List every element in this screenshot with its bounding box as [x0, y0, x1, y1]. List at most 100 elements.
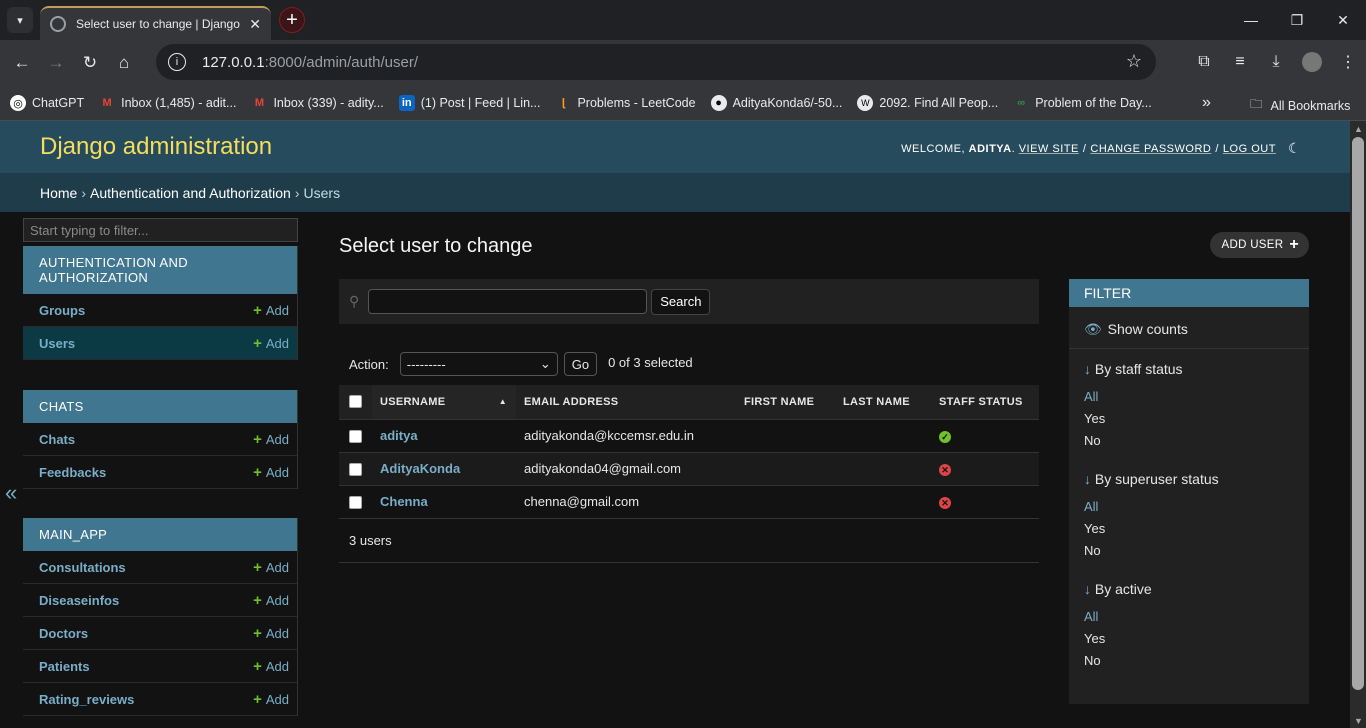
- add-link[interactable]: + Add: [253, 658, 289, 675]
- scroll-up-icon[interactable]: ▲: [1354, 124, 1363, 134]
- media-icon[interactable]: ≡: [1222, 44, 1258, 80]
- filter-title[interactable]: ↓ By staff status: [1084, 361, 1294, 377]
- add-link[interactable]: + Add: [253, 335, 289, 352]
- breadcrumb: Home › Authentication and Authorization › …: [0, 173, 1350, 212]
- download-icon[interactable]: ⤓: [1258, 44, 1294, 80]
- add-link[interactable]: + Add: [253, 431, 289, 448]
- reload-icon[interactable]: ↻: [73, 46, 107, 80]
- filter-option[interactable]: All: [1084, 609, 1294, 631]
- profile-avatar[interactable]: [1302, 52, 1322, 72]
- all-bookmarks[interactable]: 🗀 All Bookmarks: [1250, 95, 1350, 116]
- username-link[interactable]: AdityaKonda: [380, 461, 460, 476]
- restore-icon[interactable]: ❐: [1274, 0, 1320, 40]
- filter-option[interactable]: No: [1084, 433, 1294, 455]
- search-input[interactable]: [368, 289, 648, 314]
- minimize-icon[interactable]: —: [1228, 0, 1274, 40]
- sidebar-item-feedbacks: Feedbacks + Add: [23, 456, 297, 489]
- module-auth: AUTHENTICATION AND AUTHORIZATION Groups +…: [23, 246, 298, 360]
- add-link[interactable]: + Add: [253, 559, 289, 576]
- row-checkbox[interactable]: [349, 430, 362, 444]
- add-user-button[interactable]: ADD USER +: [1209, 232, 1309, 258]
- tab-search-button[interactable]: ▾: [7, 7, 33, 33]
- module-caption[interactable]: AUTHENTICATION AND AUTHORIZATION: [23, 246, 297, 294]
- scrollbar-thumb[interactable]: [1352, 137, 1364, 690]
- change-password-link[interactable]: CHANGE PASSWORD: [1090, 143, 1211, 155]
- user-tools: WELCOME, ADITYA. VIEW SITE / CHANGE PASSW…: [901, 140, 1301, 157]
- folder-icon: 🗀: [1250, 97, 1263, 111]
- column-email[interactable]: EMAIL ADDRESS: [516, 385, 736, 420]
- row-checkbox[interactable]: [349, 463, 362, 477]
- gmail-icon: M: [254, 97, 265, 109]
- home-icon[interactable]: ⌂: [107, 46, 141, 80]
- module-caption[interactable]: CHATS: [23, 390, 297, 423]
- search-icon: ⚲: [349, 293, 360, 309]
- view-site-link[interactable]: VIEW SITE: [1019, 143, 1079, 155]
- bookmark-item[interactable]: ∞ Problem of the Day...: [1013, 95, 1151, 111]
- select-all-checkbox[interactable]: [349, 395, 362, 409]
- window-close-icon[interactable]: ✕: [1320, 0, 1366, 40]
- browser-tab-active[interactable]: Select user to change | Django ✕: [40, 6, 271, 40]
- column-username[interactable]: USERNAME ▲: [372, 385, 516, 420]
- bookmark-star-icon[interactable]: ☆: [1126, 51, 1142, 72]
- filter-title[interactable]: ↓ By active: [1084, 581, 1294, 597]
- filter-option[interactable]: All: [1084, 499, 1294, 521]
- filter-title[interactable]: ↓ By superuser status: [1084, 471, 1294, 487]
- scroll-down-icon[interactable]: ▼: [1354, 716, 1363, 726]
- bookmark-item[interactable]: M Inbox (1,485) - adit...: [99, 95, 237, 111]
- breadcrumb-home[interactable]: Home: [40, 185, 77, 201]
- search-button[interactable]: Search: [651, 288, 711, 315]
- filter-option[interactable]: No: [1084, 653, 1294, 675]
- more-bookmarks-icon[interactable]: »: [1202, 94, 1211, 112]
- add-link[interactable]: + Add: [253, 592, 289, 609]
- back-icon[interactable]: ←: [5, 46, 39, 80]
- row-checkbox[interactable]: [349, 496, 362, 510]
- nav-filter-input[interactable]: Start typing to filter...: [23, 218, 298, 242]
- bookmark-item[interactable]: ɭ Problems - LeetCode: [555, 95, 696, 111]
- page-scrollbar[interactable]: ▲ ▼: [1350, 121, 1366, 728]
- add-link[interactable]: + Add: [253, 302, 289, 319]
- theme-toggle-icon[interactable]: ☾: [1288, 140, 1301, 157]
- address-bar[interactable]: i 127.0.0.1:8000/admin/auth/user/ ☆: [156, 44, 1156, 80]
- column-last-name[interactable]: LAST NAME: [835, 385, 931, 420]
- filter-option[interactable]: All: [1084, 389, 1294, 411]
- add-link[interactable]: + Add: [253, 691, 289, 708]
- table-row: aditya adityakonda@kccemsr.edu.in ✓: [339, 419, 1039, 453]
- site-info-icon[interactable]: i: [168, 53, 186, 71]
- site-icon: W: [857, 95, 874, 111]
- add-link[interactable]: + Add: [253, 625, 289, 642]
- bookmark-item[interactable]: ● AdityaKonda6/-50...: [710, 95, 842, 111]
- filter-option[interactable]: Yes: [1084, 411, 1294, 433]
- arrow-down-icon: ↓: [1084, 471, 1091, 487]
- last-name-cell: [835, 419, 931, 453]
- go-button[interactable]: Go: [563, 352, 598, 376]
- bookmark-item[interactable]: in (1) Post | Feed | Lin...: [398, 95, 540, 111]
- extensions-icon[interactable]: ⧉: [1186, 44, 1222, 80]
- breadcrumb-app[interactable]: Authentication and Authorization: [90, 185, 291, 201]
- module-caption[interactable]: MAIN_APP: [23, 518, 297, 551]
- bookmark-item[interactable]: ◎ ChatGPT: [10, 95, 84, 111]
- last-name-cell: [835, 485, 931, 519]
- username-link[interactable]: Chenna: [380, 494, 428, 509]
- close-icon[interactable]: ✕: [249, 16, 261, 33]
- gmail-icon: M: [102, 97, 112, 109]
- filter-option[interactable]: Yes: [1084, 631, 1294, 653]
- column-staff-status[interactable]: STAFF STATUS: [931, 385, 1039, 420]
- username-link[interactable]: aditya: [380, 428, 418, 443]
- filter-option[interactable]: No: [1084, 543, 1294, 565]
- action-select[interactable]: --------- ⌄: [399, 352, 558, 376]
- add-link[interactable]: + Add: [253, 464, 289, 481]
- result-list: USERNAME ▲ EMAIL ADDRESS FIRST NAME LAST …: [339, 385, 1039, 519]
- site-branding[interactable]: Django administration: [40, 133, 272, 161]
- forward-icon[interactable]: →: [39, 46, 73, 80]
- show-counts-link[interactable]: 👁 Show counts: [1069, 307, 1309, 349]
- filter-option[interactable]: Yes: [1084, 521, 1294, 543]
- collapse-sidebar-icon[interactable]: «: [5, 480, 17, 506]
- sidebar-item-rating-reviews: Rating_reviews + Add: [23, 683, 297, 716]
- new-tab-button[interactable]: +: [279, 7, 305, 33]
- column-first-name[interactable]: FIRST NAME: [736, 385, 835, 420]
- sort-ascending-icon[interactable]: ▲: [499, 397, 507, 406]
- bookmark-item[interactable]: W 2092. Find All Peop...: [857, 95, 998, 111]
- log-out-link[interactable]: LOG OUT: [1223, 143, 1276, 155]
- bookmark-item[interactable]: M Inbox (339) - adity...: [251, 95, 384, 111]
- menu-icon[interactable]: ⋮: [1330, 44, 1366, 80]
